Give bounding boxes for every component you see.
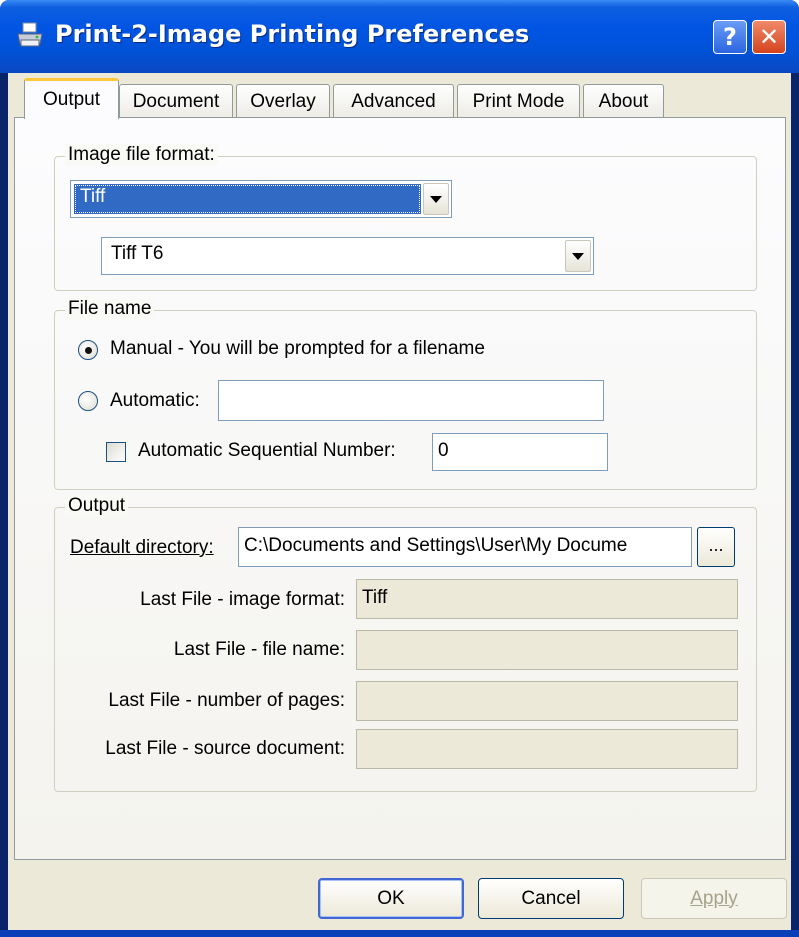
output-group-label: Output bbox=[65, 495, 129, 517]
image-format-group-label: Image file format: bbox=[65, 144, 218, 166]
image-format-dropdown-button[interactable] bbox=[423, 183, 449, 215]
default-directory-input[interactable]: C:\Documents and Settings\User\My Docume bbox=[238, 527, 692, 567]
last-pages-field bbox=[356, 681, 738, 721]
sequential-number-checkbox[interactable] bbox=[106, 442, 126, 462]
tab-about-label: About bbox=[598, 90, 649, 112]
manual-radio-label[interactable]: Manual - You will be prompted for a file… bbox=[110, 338, 485, 360]
last-pages-label: Last File - number of pages: bbox=[108, 690, 345, 711]
tab-output-label: Output bbox=[42, 89, 101, 110]
sequential-number-input[interactable]: 0 bbox=[432, 433, 608, 471]
cancel-button-label: Cancel bbox=[521, 887, 581, 909]
image-subformat-select[interactable]: Tiff T6 bbox=[101, 237, 594, 275]
help-icon: ? bbox=[723, 23, 737, 51]
last-file-name-label: Last File - file name: bbox=[173, 639, 345, 660]
chevron-down-icon bbox=[430, 195, 442, 203]
last-format-field: Tiff bbox=[356, 579, 738, 619]
help-button[interactable]: ? bbox=[713, 20, 747, 54]
ellipsis-icon: ... bbox=[708, 535, 724, 555]
image-format-value: Tiff bbox=[74, 184, 421, 214]
tab-overlay-label: Overlay bbox=[250, 90, 316, 112]
window-frame-bottom bbox=[0, 930, 799, 937]
manual-radio[interactable] bbox=[78, 340, 98, 360]
radio-selected-dot bbox=[85, 347, 92, 354]
close-button[interactable]: ✕ bbox=[752, 20, 786, 54]
automatic-radio-label[interactable]: Automatic: bbox=[110, 390, 200, 412]
cancel-button[interactable]: Cancel bbox=[478, 878, 624, 919]
automatic-radio[interactable] bbox=[78, 391, 98, 411]
image-format-select[interactable]: Tiff bbox=[70, 180, 452, 218]
tab-advanced[interactable]: Advanced bbox=[333, 84, 454, 118]
tab-advanced-label: Advanced bbox=[351, 90, 436, 112]
title-bar[interactable]: Print-2-Image Printing Preferences ? ✕ bbox=[0, 0, 799, 73]
last-source-label: Last File - source document: bbox=[105, 738, 345, 759]
sequential-number-label[interactable]: Automatic Sequential Number: bbox=[138, 440, 396, 462]
default-directory-label: Default directory: bbox=[70, 537, 214, 559]
file-name-group-label: File name bbox=[65, 298, 155, 320]
apply-button[interactable]: Apply bbox=[641, 878, 787, 919]
tab-document[interactable]: Document bbox=[119, 84, 233, 118]
browse-button[interactable]: ... bbox=[697, 527, 735, 567]
automatic-filename-input[interactable] bbox=[218, 380, 604, 421]
image-subformat-dropdown-button[interactable] bbox=[565, 240, 591, 272]
tab-print-mode-label: Print Mode bbox=[472, 90, 565, 112]
tab-overlay[interactable]: Overlay bbox=[236, 84, 330, 118]
last-file-name-field bbox=[356, 630, 738, 670]
apply-button-label: Apply bbox=[690, 887, 738, 909]
image-subformat-value: Tiff T6 bbox=[111, 243, 164, 264]
close-icon: ✕ bbox=[758, 23, 780, 51]
tab-about[interactable]: About bbox=[583, 84, 664, 118]
ok-button[interactable]: OK bbox=[318, 878, 464, 919]
tab-document-label: Document bbox=[132, 90, 220, 112]
last-source-field bbox=[356, 729, 738, 769]
last-format-label: Last File - image format: bbox=[140, 589, 345, 610]
printer-icon bbox=[17, 22, 43, 47]
dialog-window: Print-2-Image Printing Preferences ? ✕ O… bbox=[0, 0, 799, 937]
tab-output[interactable]: Output bbox=[24, 78, 119, 119]
chevron-down-icon bbox=[572, 252, 584, 260]
tab-print-mode[interactable]: Print Mode bbox=[457, 84, 580, 118]
ok-button-label: OK bbox=[377, 887, 405, 909]
default-directory-label-text: Default directory: bbox=[70, 537, 214, 558]
window-title: Print-2-Image Printing Preferences bbox=[55, 20, 530, 48]
